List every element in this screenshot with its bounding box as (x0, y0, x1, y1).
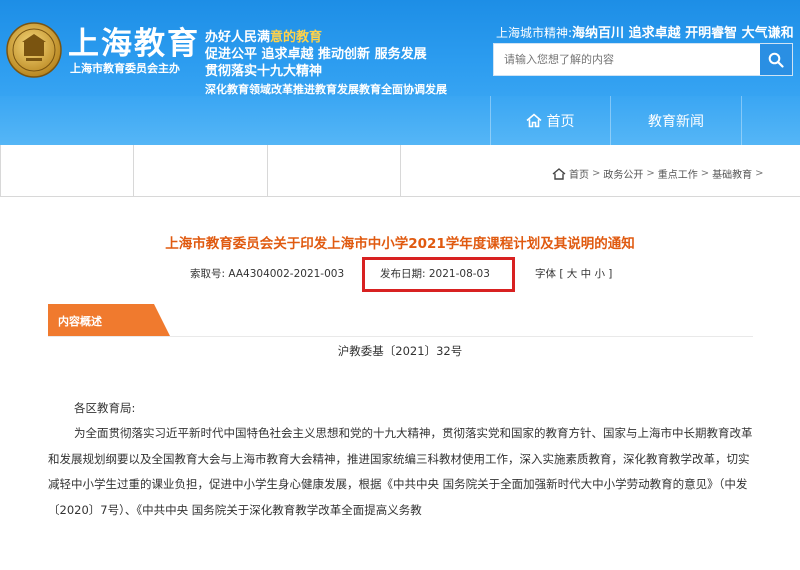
search-box (493, 43, 793, 76)
slogan-line-3: 贯彻落实十九大精神 (205, 64, 323, 79)
section-tab-label: 内容概述 (58, 315, 102, 328)
breadcrumb-item-gov[interactable]: 政务公开 (603, 166, 643, 181)
breadcrumb-separator: > (755, 168, 764, 179)
publish-date: 发布日期: 2021-08-03 (380, 268, 490, 280)
breadcrumb-separator: > (592, 168, 601, 179)
article-title: 上海市教育委员会关于印发上海市中小学2021学年度课程计划及其说明的通知 (165, 236, 635, 252)
nav-item-news[interactable]: 教育新闻 (610, 96, 742, 145)
nav-item-home[interactable]: 首页 (490, 96, 609, 145)
site-title[interactable]: 上海教育 (68, 18, 200, 63)
font-size-switcher[interactable]: 字体 [ 大 中 小 ] (535, 266, 612, 281)
breadcrumb-separator: > (700, 168, 710, 179)
nav-news-label: 教育新闻 (648, 113, 704, 130)
breadcrumb-item-key-work[interactable]: 重点工作 (658, 166, 698, 181)
search-icon (768, 52, 784, 68)
slogan-line-1: 办好人民满意的教育 (205, 30, 323, 45)
index-number: 索取号: AA4304002-2021-003 (190, 268, 345, 280)
subnav-divider (0, 145, 1, 197)
nav-home-label: 首页 (546, 113, 575, 130)
salutation: 各区教育局: (74, 401, 136, 415)
home-icon[interactable] (552, 167, 566, 180)
breadcrumb: 首页 > 政务公开 > 重点工作 > 基础教育 > (552, 166, 767, 181)
site-subtitle: 上海市教育委员会主办 (70, 62, 180, 75)
slogan-block: 办好人民满意的教育 促进公平 追求卓越 推动创新 服务发展 贯彻落实十九大精神 … (205, 29, 447, 98)
breadcrumb-item-home[interactable]: 首页 (569, 166, 589, 181)
section-tab: 内容概述 (48, 304, 170, 336)
breadcrumb-separator: > (646, 168, 655, 179)
logo-emblem[interactable] (4, 20, 64, 80)
section-divider (48, 336, 753, 337)
subnav-divider (133, 145, 134, 197)
subnav-divider (400, 145, 401, 197)
document-number: 沪教委基〔2021〕32号 (337, 344, 463, 358)
body-paragraph: 为全面贯彻落实习近平新时代中国特色社会主义思想和党的十九大精神，贯彻落实党和国家… (48, 426, 753, 517)
city-spirit: 上海城市精神:海纳百川 追求卓越 开明睿智 大气谦和 (496, 26, 794, 41)
breadcrumb-item-basic-edu[interactable]: 基础教育 (712, 166, 752, 181)
site-header: 上海教育 上海市教育委员会主办 办好人民满意的教育 促进公平 追求卓越 推动创新… (0, 0, 800, 145)
search-button[interactable] (760, 44, 792, 75)
slogan-line-4: 深化教育领域改革推进教育发展教育全面协调发展 (205, 83, 447, 96)
slogan-line-2: 促进公平 追求卓越 推动创新 服务发展 (205, 47, 427, 62)
search-input[interactable] (494, 44, 760, 75)
home-icon (525, 113, 542, 128)
subnav-divider (267, 145, 268, 197)
